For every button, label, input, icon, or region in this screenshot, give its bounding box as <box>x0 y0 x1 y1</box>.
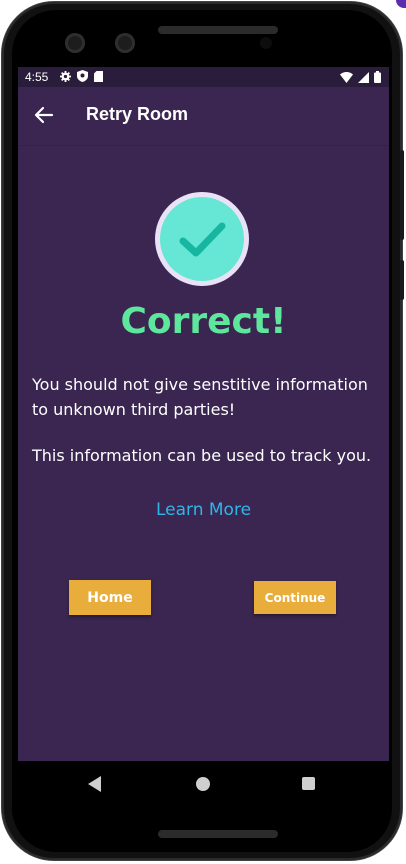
volume-button <box>400 150 404 240</box>
result-badge <box>155 192 249 286</box>
front-camera <box>65 33 85 53</box>
status-time: 4:55 <box>25 70 49 84</box>
home-button[interactable]: Home <box>69 580 151 615</box>
page-title: Retry Room <box>86 104 189 124</box>
power-button <box>400 260 404 300</box>
system-nav-bar <box>18 761 389 807</box>
sd-card-icon <box>94 70 103 82</box>
screen: 4:55 Retry Room Correct! You should not … <box>18 67 389 807</box>
battery-icon <box>374 71 381 83</box>
result-badge-inner <box>160 197 244 281</box>
result-title: Correct! <box>120 301 287 342</box>
earpiece-speaker <box>158 26 278 34</box>
checkmark-icon <box>179 222 226 257</box>
status-bar: 4:55 <box>18 67 389 87</box>
app-bar: Retry Room <box>18 87 389 146</box>
nav-back-icon[interactable] <box>88 776 102 792</box>
wifi-icon <box>340 71 353 83</box>
proximity-sensor <box>260 37 272 49</box>
status-icons-left <box>60 70 103 82</box>
settings-icon <box>60 70 71 82</box>
continue-button[interactable]: Continue <box>254 581 336 614</box>
front-sensor <box>115 33 135 53</box>
result-submessage: This information can be used to track yo… <box>32 446 372 465</box>
nav-recents-icon[interactable] <box>302 777 315 790</box>
bottom-speaker <box>158 830 278 838</box>
status-icons-right <box>340 71 381 83</box>
arrow-left-icon[interactable] <box>32 103 56 127</box>
shield-icon <box>77 70 88 82</box>
corner-decoration <box>396 0 406 8</box>
result-message: You should not give senstitive informati… <box>32 375 368 419</box>
nav-home-icon[interactable] <box>196 777 210 791</box>
learn-more-link[interactable]: Learn More <box>18 500 389 520</box>
signal-icon <box>358 71 369 83</box>
